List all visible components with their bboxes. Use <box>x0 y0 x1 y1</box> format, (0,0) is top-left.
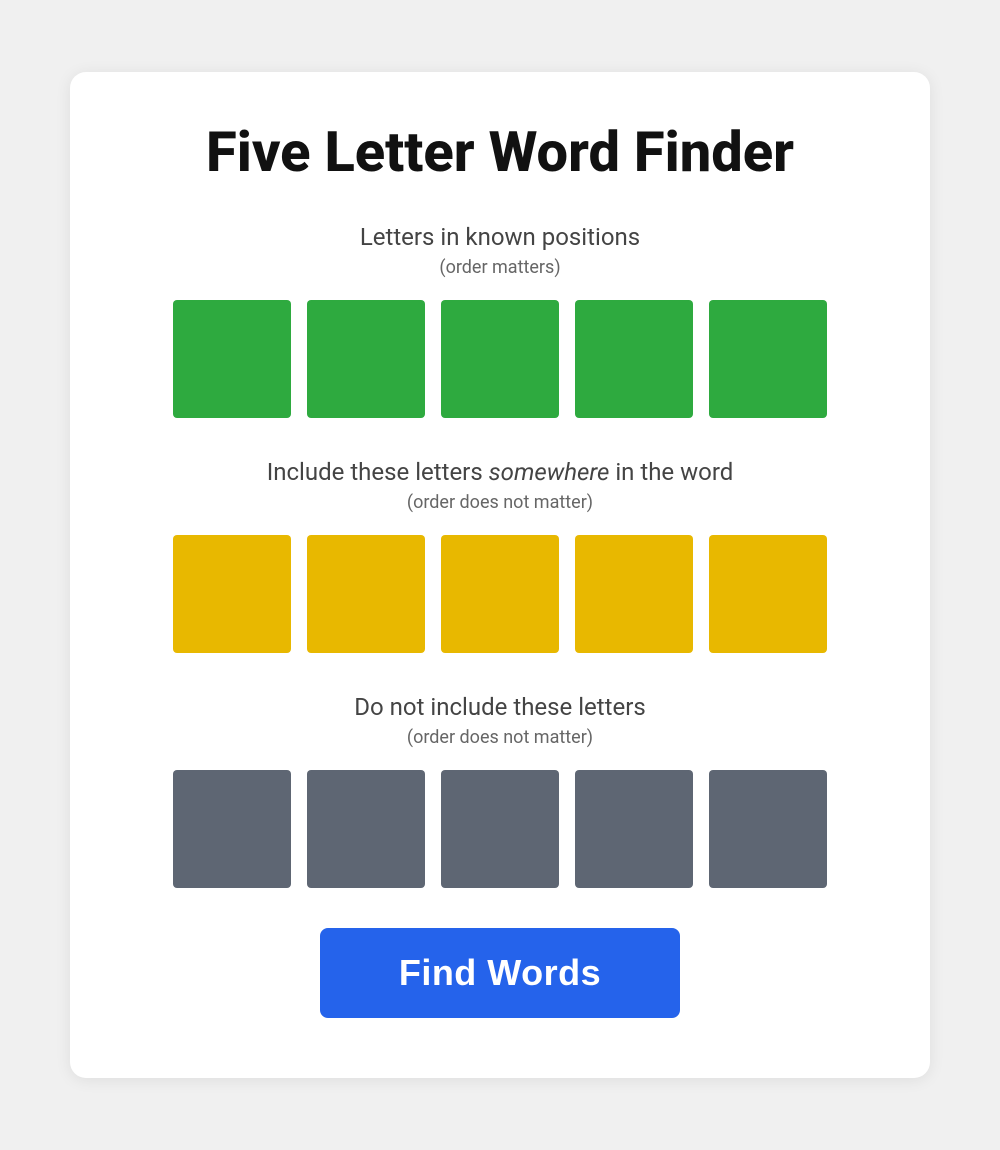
somewhere-italic: somewhere <box>489 458 610 486</box>
exclude-tile-5[interactable] <box>709 770 827 888</box>
somewhere-tile-3[interactable] <box>441 535 559 653</box>
known-tiles-row <box>130 300 870 418</box>
somewhere-tile-5[interactable] <box>709 535 827 653</box>
known-positions-subtitle: (order matters) <box>130 257 870 278</box>
somewhere-tile-1[interactable] <box>173 535 291 653</box>
somewhere-subtitle: (order does not matter) <box>130 492 870 513</box>
somewhere-tile-2[interactable] <box>307 535 425 653</box>
exclude-input-1[interactable] <box>173 770 291 888</box>
known-tile-1[interactable] <box>173 300 291 418</box>
somewhere-input-2[interactable] <box>307 535 425 653</box>
somewhere-title: Include these letters somewhere in the w… <box>130 458 870 486</box>
somewhere-input-5[interactable] <box>709 535 827 653</box>
page-title: Five Letter Word Finder <box>130 122 870 184</box>
known-tile-2[interactable] <box>307 300 425 418</box>
known-input-3[interactable] <box>441 300 559 418</box>
exclude-title: Do not include these letters <box>130 693 870 721</box>
exclude-tile-3[interactable] <box>441 770 559 888</box>
exclude-section: Do not include these letters (order does… <box>130 693 870 888</box>
known-tile-4[interactable] <box>575 300 693 418</box>
exclude-input-3[interactable] <box>441 770 559 888</box>
known-positions-section: Letters in known positions (order matter… <box>130 223 870 418</box>
exclude-tile-2[interactable] <box>307 770 425 888</box>
known-input-1[interactable] <box>173 300 291 418</box>
somewhere-tiles-row <box>130 535 870 653</box>
somewhere-tile-4[interactable] <box>575 535 693 653</box>
somewhere-input-3[interactable] <box>441 535 559 653</box>
known-tile-3[interactable] <box>441 300 559 418</box>
exclude-tile-4[interactable] <box>575 770 693 888</box>
exclude-subtitle: (order does not matter) <box>130 727 870 748</box>
exclude-tiles-row <box>130 770 870 888</box>
main-card: Five Letter Word Finder Letters in known… <box>70 72 930 1079</box>
known-input-5[interactable] <box>709 300 827 418</box>
known-positions-title: Letters in known positions <box>130 223 870 251</box>
exclude-input-4[interactable] <box>575 770 693 888</box>
exclude-input-5[interactable] <box>709 770 827 888</box>
somewhere-input-1[interactable] <box>173 535 291 653</box>
somewhere-input-4[interactable] <box>575 535 693 653</box>
known-input-4[interactable] <box>575 300 693 418</box>
exclude-tile-1[interactable] <box>173 770 291 888</box>
known-title-text: Letters in known positions <box>360 223 640 251</box>
known-tile-5[interactable] <box>709 300 827 418</box>
exclude-input-2[interactable] <box>307 770 425 888</box>
known-input-2[interactable] <box>307 300 425 418</box>
find-words-button[interactable]: Find Words <box>320 928 680 1018</box>
somewhere-section: Include these letters somewhere in the w… <box>130 458 870 653</box>
